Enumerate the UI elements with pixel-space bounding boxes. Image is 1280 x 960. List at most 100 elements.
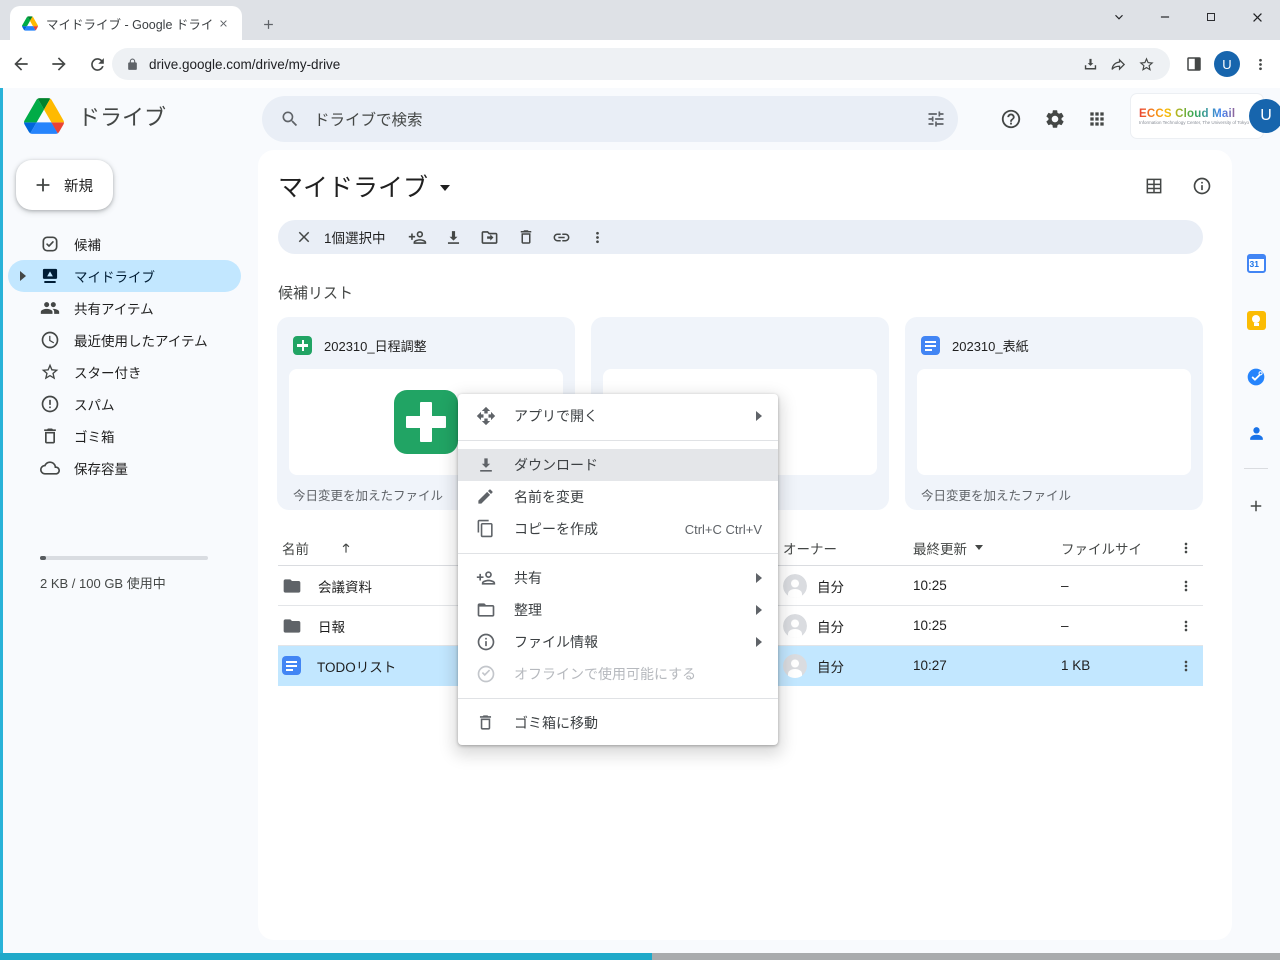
account-badge[interactable]: ECCS Cloud Mail Information Technology C… xyxy=(1131,94,1263,138)
sidebar-item-spam[interactable]: スパム xyxy=(8,388,241,420)
expand-caret-icon[interactable] xyxy=(20,271,26,281)
sidebar-item-label: マイドライブ xyxy=(74,266,155,286)
help-icon[interactable] xyxy=(991,99,1031,139)
screen-edge-left xyxy=(0,88,3,953)
browser-tab[interactable]: マイドライブ - Google ドライブ xyxy=(10,6,242,40)
get-add-ons-icon[interactable] xyxy=(1239,489,1273,523)
tab-search-icon[interactable] xyxy=(1096,0,1142,34)
details-info-icon[interactable] xyxy=(1192,176,1212,196)
window-minimize-button[interactable] xyxy=(1142,0,1188,34)
card-title: 202310_表紙 xyxy=(952,336,1029,355)
info-icon xyxy=(476,632,496,652)
forward-button[interactable] xyxy=(42,47,76,81)
row-more-icon[interactable] xyxy=(1169,658,1203,674)
column-modified-header[interactable]: 最終更新 xyxy=(913,538,1061,558)
grid-view-icon[interactable] xyxy=(1144,176,1164,196)
column-name-header[interactable]: 名前 xyxy=(282,538,309,558)
sidebar-item-my-drive[interactable]: マイドライブ xyxy=(8,260,241,292)
new-button[interactable]: 新規 xyxy=(16,160,113,210)
move-to-folder-icon[interactable] xyxy=(472,222,508,252)
sidebar-item-storage[interactable]: 保存容量 xyxy=(8,452,241,484)
apps-grid-icon[interactable] xyxy=(1077,99,1117,139)
page-title[interactable]: マイドライブ xyxy=(278,168,428,204)
menu-item-share[interactable]: 共有 xyxy=(458,562,778,594)
submenu-arrow-icon xyxy=(756,411,762,421)
more-actions-icon[interactable] xyxy=(580,222,616,252)
menu-shortcut: Ctrl+C Ctrl+V xyxy=(685,522,762,537)
context-menu: アプリで開く ダウンロード 名前を変更 コピーを作成 xyxy=(458,394,778,745)
share-person-add-icon[interactable] xyxy=(400,222,436,252)
drive-app-name: ドライブ xyxy=(78,100,166,132)
suggested-card-doc[interactable]: 202310_表紙 今日変更を加えたファイル xyxy=(905,317,1203,510)
menu-divider xyxy=(458,440,778,441)
sort-menu-caret-icon xyxy=(975,545,983,550)
search-input[interactable]: ドライブで検索 xyxy=(262,96,958,142)
folder-open-icon xyxy=(476,600,496,620)
lock-icon[interactable] xyxy=(126,58,139,71)
account-avatar[interactable]: U xyxy=(1249,99,1280,133)
menu-item-make-copy[interactable]: コピーを作成 Ctrl+C Ctrl+V xyxy=(458,513,778,545)
menu-item-label: ダウンロード xyxy=(514,455,762,475)
column-owner-header[interactable]: オーナー xyxy=(783,538,913,558)
menu-item-file-info[interactable]: ファイル情報 xyxy=(458,626,778,658)
reload-button[interactable] xyxy=(80,47,114,81)
browser-profile-avatar[interactable]: U xyxy=(1214,51,1240,77)
calendar-icon[interactable]: 31 xyxy=(1239,246,1273,280)
browser-menu-icon[interactable] xyxy=(1246,50,1274,78)
back-button[interactable] xyxy=(4,47,38,81)
menu-item-download[interactable]: ダウンロード xyxy=(458,449,778,481)
sidebar-item-recent[interactable]: 最近使用したアイテム xyxy=(8,324,241,356)
bookmark-star-icon[interactable] xyxy=(1132,50,1160,78)
menu-item-rename[interactable]: 名前を変更 xyxy=(458,481,778,513)
sidebar-item-shared[interactable]: 共有アイテム xyxy=(8,292,241,324)
trash-icon[interactable] xyxy=(508,222,544,252)
sidebar-item-starred[interactable]: スター付き xyxy=(8,356,241,388)
storage-usage-text: 2 KB / 100 GB 使用中 xyxy=(40,573,166,592)
pencil-icon xyxy=(476,487,496,507)
menu-item-label: ファイル情報 xyxy=(514,632,756,652)
trash-icon xyxy=(40,426,60,446)
search-icon[interactable] xyxy=(280,109,300,129)
address-bar[interactable]: drive.google.com/drive/my-drive xyxy=(112,48,1170,80)
new-tab-button[interactable] xyxy=(256,12,280,36)
modified-time: 10:25 xyxy=(913,578,1061,593)
storage-progress-fill xyxy=(40,556,46,560)
sidebar-item-suggested[interactable]: 候補 xyxy=(8,228,241,260)
column-size-header[interactable]: ファイルサイ xyxy=(1061,538,1169,558)
settings-gear-icon[interactable] xyxy=(1035,99,1075,139)
window-close-button[interactable] xyxy=(1234,0,1280,34)
open-with-icon xyxy=(476,406,496,426)
menu-item-move-to-trash[interactable]: ゴミ箱に移動 xyxy=(458,707,778,739)
person-add-icon xyxy=(476,568,496,588)
browser-toolbar: drive.google.com/drive/my-drive U xyxy=(0,40,1280,88)
star-icon xyxy=(40,362,60,382)
sidebar-item-trash[interactable]: ゴミ箱 xyxy=(8,420,241,452)
share-icon[interactable] xyxy=(1104,50,1132,78)
contacts-icon[interactable] xyxy=(1239,416,1273,450)
file-name: TODOリスト xyxy=(317,656,396,676)
menu-item-organize[interactable]: 整理 xyxy=(458,594,778,626)
table-header-more-icon[interactable] xyxy=(1169,540,1203,556)
drive-app: ドライブ ドライブで検索 EC xyxy=(0,88,1280,953)
title-dropdown-caret-icon[interactable] xyxy=(440,185,450,191)
side-panel-icon[interactable] xyxy=(1180,50,1208,78)
row-more-icon[interactable] xyxy=(1169,618,1203,634)
url-text[interactable]: drive.google.com/drive/my-drive xyxy=(149,57,1076,72)
keep-icon[interactable] xyxy=(1239,303,1273,337)
menu-divider xyxy=(458,553,778,554)
tab-close-icon[interactable] xyxy=(214,14,232,32)
window-maximize-button[interactable] xyxy=(1188,0,1234,34)
docs-file-icon xyxy=(921,336,940,355)
download-icon[interactable] xyxy=(436,222,472,252)
drive-logo-icon[interactable] xyxy=(24,98,64,134)
install-app-icon[interactable] xyxy=(1076,50,1104,78)
clear-selection-icon[interactable] xyxy=(286,222,322,252)
menu-item-open-with[interactable]: アプリで開く xyxy=(458,400,778,432)
folder-icon xyxy=(282,616,302,636)
card-preview[interactable] xyxy=(917,369,1191,475)
search-options-icon[interactable] xyxy=(926,109,946,129)
copy-link-icon[interactable] xyxy=(544,222,580,252)
tasks-icon[interactable] xyxy=(1239,360,1273,394)
row-more-icon[interactable] xyxy=(1169,578,1203,594)
sort-ascending-icon[interactable] xyxy=(339,541,353,555)
